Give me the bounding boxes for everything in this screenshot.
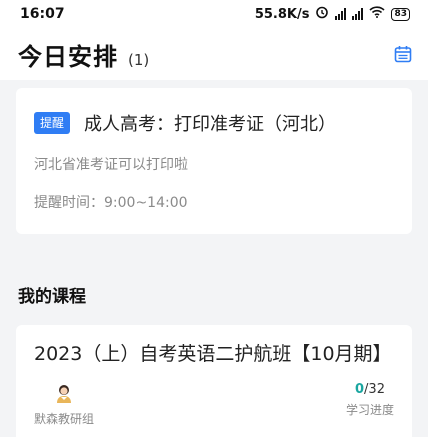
course-card[interactable]: 2023（上）自考英语二护航班【10月期】 默森教研组 0/32 学习进度 <box>16 325 412 437</box>
reminder-title: 成人高考：打印准考证（河北） <box>84 114 337 135</box>
network-speed: 55.8K/s <box>254 6 310 22</box>
status-icons: 55.8K/s 83 <box>255 5 410 23</box>
teacher-avatar-icon <box>53 382 75 408</box>
wifi-icon <box>369 6 386 22</box>
reminder-tag: 提醒 <box>34 112 71 134</box>
calendar-icon[interactable] <box>392 43 414 65</box>
status-bar: 16:07 55.8K/s 83 <box>0 0 428 28</box>
progress-done: 0 <box>355 382 365 397</box>
schedule-count: (1) <box>128 50 150 69</box>
course-progress: 0/32 学习进度 <box>346 382 394 418</box>
course-title: 2023（上）自考英语二护航班【10月期】 <box>34 343 392 365</box>
progress-label: 学习进度 <box>345 403 394 417</box>
teacher-name: 默森教研组 <box>34 412 95 426</box>
signal-icon <box>335 8 347 20</box>
page-title: 今日安排 <box>18 42 118 71</box>
reminder-card[interactable]: 提醒 成人高考：打印准考证（河北） 河北省准考证可以打印啦 提醒时间：9:00~… <box>16 88 412 234</box>
reminder-description: 河北省准考证可以打印啦 <box>34 157 188 173</box>
battery-icon: 83 <box>391 7 410 21</box>
alarm-icon <box>315 5 329 23</box>
teacher-info: 默森教研组 <box>34 382 94 427</box>
header: 今日安排 (1) <box>0 28 428 80</box>
progress-total: /32 <box>364 382 385 397</box>
section-title-my-courses: 我的课程 <box>18 287 86 307</box>
status-time: 16:07 <box>20 6 65 22</box>
reminder-time: 提醒时间：9:00~14:00 <box>34 195 188 211</box>
signal-icon-2 <box>352 8 364 20</box>
